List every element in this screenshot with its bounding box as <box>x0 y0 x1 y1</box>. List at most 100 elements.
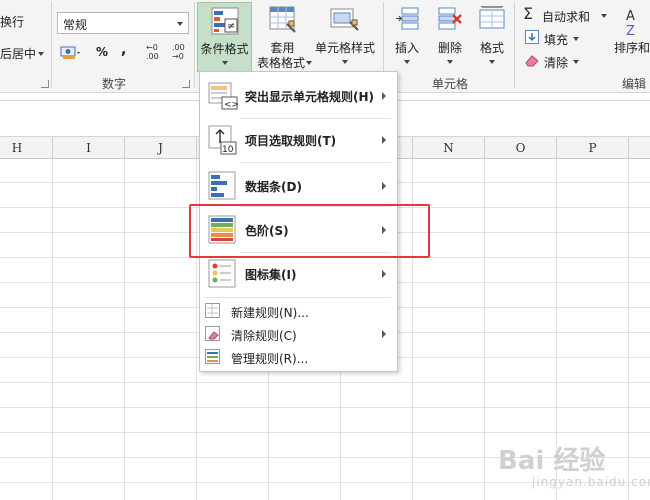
insert-button[interactable]: 插入 <box>390 2 424 72</box>
number-group-label: 数字 <box>101 77 126 91</box>
autosum-button[interactable]: Σ 自动求和 <box>523 4 613 24</box>
format-label: 格式 <box>479 41 504 55</box>
chevron-down-icon <box>222 61 228 65</box>
watermark-url: jingyan.baidu.com <box>532 475 650 489</box>
sigma-icon: Σ <box>523 4 534 23</box>
conditional-format-button[interactable]: ≠ 条件格式 <box>197 2 252 72</box>
menu-separator <box>204 297 391 298</box>
annotation-highlight-box <box>189 204 430 258</box>
menu-item-label: 管理规则(R)... <box>231 352 309 366</box>
autosum-label: 自动求和 <box>542 10 591 24</box>
menu-item-manage-rules[interactable]: 管理规则(R)... <box>200 346 397 368</box>
svg-text:≠: ≠ <box>227 21 235 32</box>
number-format-value: 常规 <box>63 18 88 32</box>
chevron-down-icon <box>447 60 453 64</box>
number-launcher-icon[interactable] <box>182 80 190 88</box>
cell-styles-label: 单元格样式 <box>314 41 375 55</box>
conditional-format-label: 条件格式 <box>200 42 249 56</box>
menu-item-icon-sets[interactable]: 图标集(I) <box>200 253 397 295</box>
menu-item-clear-rules[interactable]: 清除规则(C) <box>200 323 397 345</box>
menu-item-label: 清除规则(C) <box>231 329 297 343</box>
menu-item-label: 新建规则(N)... <box>231 306 309 320</box>
percent-style-button[interactable]: % <box>96 45 108 59</box>
column-header[interactable]: J <box>125 137 197 159</box>
submenu-arrow-icon <box>382 92 386 100</box>
column-header[interactable]: H <box>0 137 53 159</box>
menu-item-label: 图标集(I) <box>245 268 297 282</box>
cell-styles-button[interactable]: 单元格样式 <box>312 2 378 72</box>
sort-filter-button[interactable]: A Z 排序和 <box>612 2 650 72</box>
merge-center-caret-icon[interactable] <box>38 52 44 56</box>
chevron-down-icon <box>489 60 495 64</box>
decrease-decimal-button[interactable]: .00 →0 <box>172 43 192 63</box>
fill-down-icon <box>525 30 539 44</box>
menu-item-label: 突出显示单元格规则(H) <box>245 90 375 104</box>
highlight-rules-icon: <> <box>208 82 238 110</box>
chevron-down-icon <box>573 37 579 41</box>
data-bars-icon <box>208 171 236 200</box>
format-as-table-icon <box>269 6 296 33</box>
column-header-partial[interactable] <box>629 137 650 159</box>
cell-styles-icon <box>330 8 359 31</box>
wrap-text-button[interactable]: 换行 <box>0 13 24 30</box>
insert-icon <box>396 7 419 30</box>
chevron-down-icon <box>177 22 183 26</box>
chevron-down-icon <box>404 60 410 64</box>
decrease-decimal-top: .00 <box>172 43 185 52</box>
clear-label: 清除 <box>544 56 569 70</box>
decrease-decimal-bottom: →0 <box>172 52 184 61</box>
sort-filter-icon: A Z <box>626 9 635 38</box>
submenu-arrow-icon <box>382 182 386 190</box>
menu-separator <box>240 162 391 163</box>
accounting-icon <box>60 46 80 59</box>
number-format-select[interactable]: 常规 <box>57 12 189 34</box>
excel-window: 换行 后居中 常规 % , ←0 .00 .00 →0 数字 ≠ 条件格式 套用… <box>0 0 650 500</box>
increase-decimal-button[interactable]: ←0 .00 <box>146 43 166 63</box>
column-line <box>628 159 629 500</box>
format-button[interactable]: 格式 <box>474 2 510 72</box>
column-header[interactable]: I <box>53 137 125 159</box>
delete-icon <box>438 7 462 30</box>
alignment-launcher-icon[interactable] <box>41 80 49 88</box>
fill-label: 填充 <box>544 33 569 47</box>
delete-label: 删除 <box>437 41 462 55</box>
svg-text:A: A <box>626 9 635 24</box>
column-header[interactable]: O <box>485 137 557 159</box>
submenu-arrow-icon <box>382 270 386 278</box>
column-line <box>484 159 485 500</box>
menu-item-data-bars[interactable]: 数据条(D) <box>200 165 397 207</box>
format-as-table-label-2: 表格格式 <box>256 56 305 70</box>
fill-button[interactable]: 填充 <box>523 29 583 47</box>
group-divider <box>51 2 52 88</box>
merge-center-button[interactable]: 后居中 <box>0 45 36 62</box>
menu-item-label: 项目选取规则(T) <box>245 134 337 148</box>
column-header[interactable]: P <box>557 137 629 159</box>
watermark-logo: Bai 经验 <box>498 446 606 476</box>
column-line <box>124 159 125 500</box>
sort-filter-label: 排序和 <box>614 41 650 55</box>
increase-decimal-top: ←0 <box>146 43 158 52</box>
submenu-arrow-icon <box>382 330 386 338</box>
svg-text:Z: Z <box>626 24 635 38</box>
group-divider <box>514 2 515 88</box>
column-header[interactable]: N <box>413 137 485 159</box>
new-rule-icon <box>205 303 220 318</box>
menu-item-new-rule[interactable]: 新建规则(N)... <box>200 300 397 322</box>
clear-button[interactable]: 清除 <box>523 52 583 70</box>
format-cells-icon <box>479 6 505 29</box>
row-line <box>0 382 650 383</box>
group-divider <box>194 2 195 88</box>
cells-group-label: 单元格 <box>431 77 468 91</box>
chevron-down-icon <box>573 60 579 64</box>
format-as-table-button[interactable]: 套用 表格格式 <box>255 2 312 72</box>
comma-style-button[interactable]: , <box>121 42 126 58</box>
eraser-icon <box>525 55 539 67</box>
menu-item-top-bottom-rules[interactable]: 10 项目选取规则(T) <box>200 119 397 161</box>
column-line <box>52 159 53 500</box>
delete-button[interactable]: 删除 <box>432 2 468 72</box>
increase-decimal-bottom: .00 <box>146 52 159 61</box>
menu-item-highlight-rules[interactable]: <> 突出显示单元格规则(H) <box>200 75 397 117</box>
menu-item-label: 数据条(D) <box>245 180 302 194</box>
chevron-down-icon <box>342 60 348 64</box>
accounting-format-button[interactable] <box>60 44 82 62</box>
